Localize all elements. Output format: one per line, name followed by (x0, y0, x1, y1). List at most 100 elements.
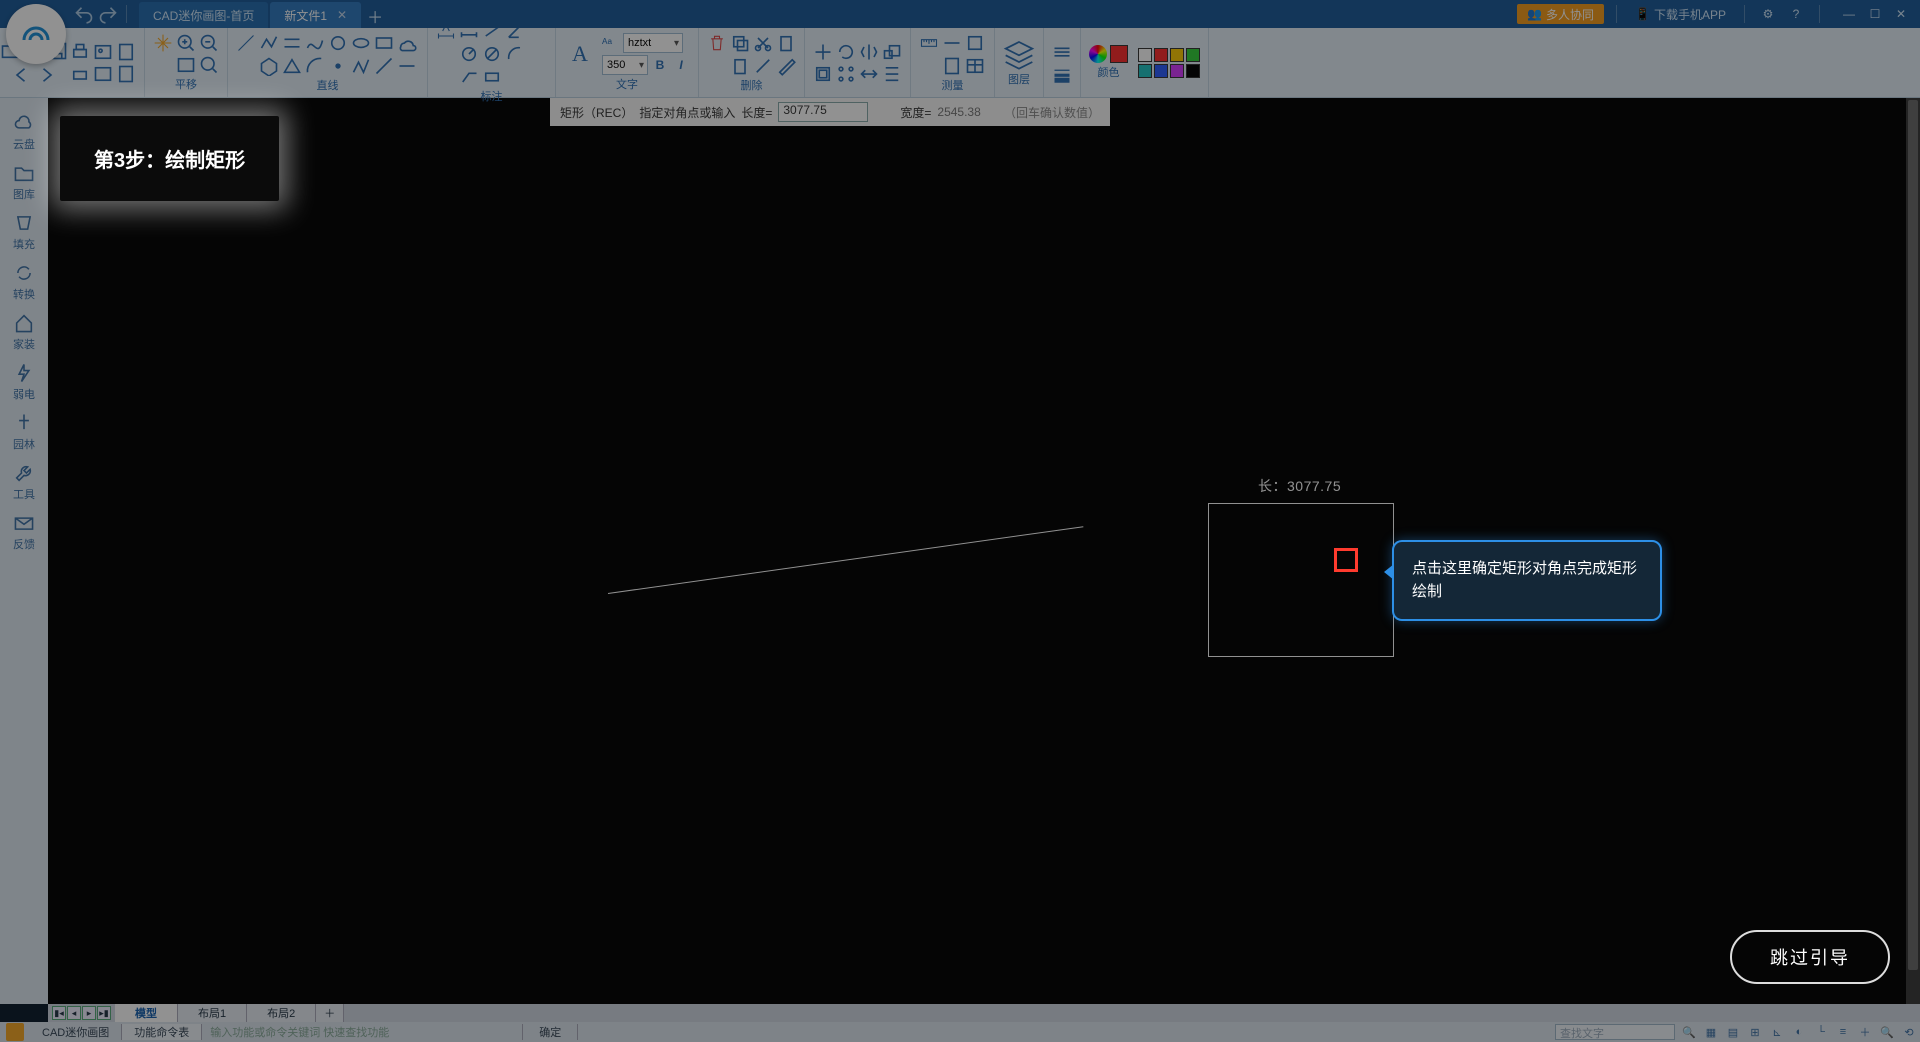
export-image-icon[interactable] (93, 42, 113, 62)
cmd-length-input[interactable]: 3077.75 (778, 102, 868, 122)
arc-icon[interactable] (305, 56, 325, 76)
paste-icon[interactable] (776, 33, 796, 53)
stretch-icon[interactable] (859, 64, 879, 84)
table-icon[interactable] (965, 56, 985, 76)
text-icon[interactable]: A (564, 38, 596, 70)
tab-next-icon[interactable]: ▸ (82, 1006, 96, 1020)
forward-icon[interactable] (36, 65, 56, 85)
print-icon[interactable] (70, 42, 90, 62)
linetype-icon[interactable] (1052, 42, 1072, 62)
color-swatch[interactable] (1186, 64, 1200, 78)
sidebar-item-tree[interactable]: 园林 (13, 412, 35, 452)
doc-icon[interactable] (116, 64, 136, 84)
offset-icon[interactable] (813, 64, 833, 84)
tab-close-icon[interactable]: ✕ (337, 8, 347, 22)
cloud-icon[interactable] (397, 33, 417, 53)
tab-add-button[interactable]: ＋ (363, 4, 387, 28)
grid2-toggle-icon[interactable]: ⊞ (1746, 1023, 1764, 1041)
cut-icon[interactable] (753, 33, 773, 53)
color-swatch[interactable] (1186, 48, 1200, 62)
paste2-icon[interactable] (730, 56, 750, 76)
ortho-toggle-icon[interactable]: ⊾ (1768, 1023, 1786, 1041)
color-swatch[interactable] (1154, 64, 1168, 78)
tab-first-icon[interactable]: ▮◂ (52, 1006, 66, 1020)
polygon-icon[interactable] (259, 56, 279, 76)
sidebar-item-mail[interactable]: 反馈 (13, 512, 35, 552)
export-pdf-icon[interactable] (116, 42, 136, 62)
point-icon[interactable] (328, 56, 348, 76)
status-search-input[interactable]: 查找文字 (1555, 1024, 1675, 1040)
search-icon[interactable]: 🔍 (1680, 1023, 1698, 1041)
rectangle-icon[interactable] (374, 33, 394, 53)
sidebar-item-refresh[interactable]: 转换 (13, 262, 35, 302)
status-cmd-tab[interactable]: 功能命令表 (122, 1024, 202, 1040)
download-app-link[interactable]: 📱 下载手机APP (1629, 6, 1732, 23)
color-swatch[interactable] (1138, 48, 1152, 62)
bold-button[interactable]: B (651, 55, 669, 75)
triangle-icon[interactable] (282, 56, 302, 76)
tab-active[interactable]: 新文件1 ✕ (270, 2, 361, 28)
ellipse-icon[interactable] (351, 33, 371, 53)
xline-icon[interactable] (397, 56, 417, 76)
lineweight-icon[interactable] (1052, 64, 1072, 84)
layout-tab-model[interactable]: 模型 (115, 1004, 178, 1022)
color-swatch[interactable] (1170, 48, 1184, 62)
zoom-status-icon[interactable]: 🔍 (1878, 1023, 1896, 1041)
dim-diameter-icon[interactable] (482, 44, 502, 64)
layer-icon[interactable] (1003, 38, 1035, 70)
pan-icon[interactable] (153, 33, 173, 53)
measure-dist-icon[interactable] (942, 33, 962, 53)
undo-icon[interactable] (74, 4, 94, 24)
italic-button[interactable]: I (672, 55, 690, 75)
font-style-icon[interactable]: ᴬᵃ (602, 36, 620, 50)
window-close-icon[interactable]: ✕ (1890, 3, 1912, 25)
sidebar-item-bucket[interactable]: 填充 (13, 212, 35, 252)
sidebar-item-wrench[interactable]: 工具 (13, 462, 35, 502)
lineweight-toggle-icon[interactable]: ≡ (1834, 1023, 1852, 1041)
move-icon[interactable] (813, 42, 833, 62)
layout-tab-layout2[interactable]: 布局2 (247, 1004, 316, 1022)
align-icon[interactable] (882, 64, 902, 84)
grid-toggle-icon[interactable]: ▤ (1724, 1023, 1742, 1041)
link-status-icon[interactable]: ⟲ (1900, 1023, 1918, 1041)
color-wheel-icon[interactable] (1089, 45, 1107, 63)
dim-radius-icon[interactable] (459, 44, 479, 64)
mirror-icon[interactable] (859, 42, 879, 62)
tab-home[interactable]: CAD迷你画图-首页 (139, 2, 268, 28)
brush-icon[interactable] (776, 56, 796, 76)
line-icon[interactable] (236, 33, 256, 53)
measure-icon[interactable] (919, 33, 939, 53)
layout-tab-layout1[interactable]: 布局1 (178, 1004, 247, 1022)
tab-prev-icon[interactable]: ◂ (67, 1006, 81, 1020)
osnap-toggle-icon[interactable]: └ (1812, 1023, 1830, 1041)
tutorial-skip-button[interactable]: 跳过引导 (1730, 930, 1890, 984)
polyline-icon[interactable] (259, 33, 279, 53)
ray-icon[interactable] (374, 56, 394, 76)
copy-icon[interactable] (730, 33, 750, 53)
zoom-in-icon[interactable] (176, 33, 196, 53)
zoom-window-icon[interactable] (176, 55, 196, 75)
vertical-scrollbar[interactable] (1906, 98, 1920, 1004)
sidebar-item-folder[interactable]: 图库 (13, 162, 35, 202)
add-toggle-icon[interactable]: ＋ (1856, 1023, 1874, 1041)
delete-icon[interactable] (707, 33, 727, 53)
layout-tab-add[interactable]: ＋ (316, 1004, 344, 1022)
tolerance-icon[interactable] (482, 67, 502, 87)
settings-icon[interactable]: ⚙ (1757, 3, 1779, 25)
array-icon[interactable] (836, 64, 856, 84)
leader-icon[interactable] (459, 67, 479, 87)
sidebar-item-zap[interactable]: 弱电 (13, 362, 35, 402)
scale-icon[interactable] (882, 42, 902, 62)
spline-icon[interactable] (305, 33, 325, 53)
tutorial-target-marker[interactable] (1334, 548, 1358, 572)
redo-icon[interactable] (98, 4, 118, 24)
status-cmd-input[interactable]: 输入功能或命令关键词 快速查找功能 (202, 1024, 522, 1040)
help-icon[interactable]: ? (1785, 3, 1807, 25)
sidebar-item-cloud[interactable]: 云盘 (13, 112, 35, 152)
tab-last-icon[interactable]: ▸▮ (97, 1006, 111, 1020)
print2-icon[interactable] (70, 64, 90, 84)
matchprop-icon[interactable] (753, 56, 773, 76)
image-icon[interactable] (93, 64, 113, 84)
color-square-icon[interactable] (1110, 45, 1128, 63)
window-maximize-icon[interactable]: ☐ (1864, 3, 1886, 25)
